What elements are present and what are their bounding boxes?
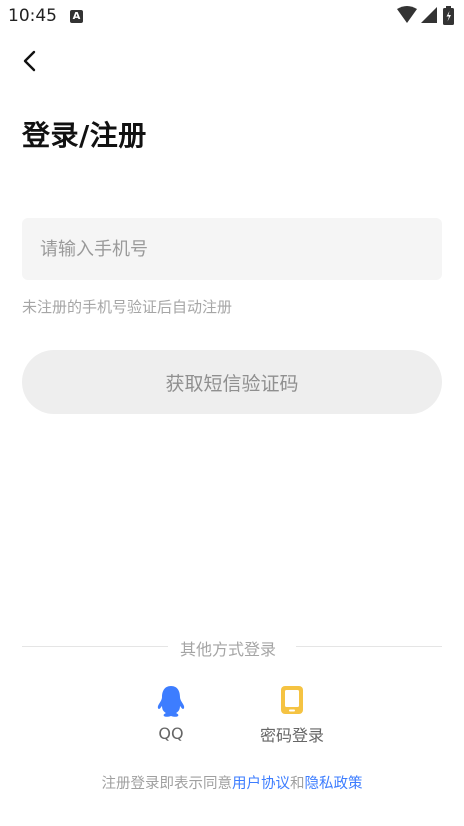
status-bar: 10:45 A: [0, 0, 464, 34]
battery-icon: [443, 6, 454, 25]
agreement-and: 和: [290, 776, 305, 792]
password-login-button[interactable]: 密码登录: [247, 684, 337, 746]
status-time: 10:45: [8, 6, 57, 26]
get-sms-code-button[interactable]: 获取短信验证码: [22, 350, 442, 414]
login-screen: 10:45 A 登录/注册 未注册的手机号验证后自动注册 获取短信验证码 其他方…: [0, 0, 464, 826]
other-login-label: 其他方式登录: [180, 640, 277, 659]
divider-left: [22, 646, 168, 647]
phone-icon: [281, 686, 303, 714]
qq-login-button[interactable]: QQ: [126, 684, 216, 743]
page-title: 登录/注册: [22, 119, 147, 152]
wifi-icon: [397, 6, 417, 23]
chevron-left-icon[interactable]: [18, 48, 44, 74]
signal-icon: [421, 7, 437, 23]
status-icons: [396, 6, 456, 26]
qq-icon: [157, 686, 185, 717]
user-agreement-link[interactable]: 用户协议: [232, 776, 290, 792]
password-login-label: 密码登录: [259, 726, 324, 745]
qq-login-label: QQ: [158, 724, 184, 743]
agreement-prefix: 注册登录即表示同意: [101, 776, 233, 792]
divider-right: [296, 646, 442, 647]
agreement-text: 注册登录即表示同意用户协议和隐私政策: [0, 772, 464, 793]
phone-input[interactable]: [22, 218, 442, 280]
a-notification-icon: A: [70, 10, 83, 23]
privacy-policy-link[interactable]: 隐私政策: [305, 776, 363, 792]
register-hint: 未注册的手机号验证后自动注册: [22, 298, 233, 316]
